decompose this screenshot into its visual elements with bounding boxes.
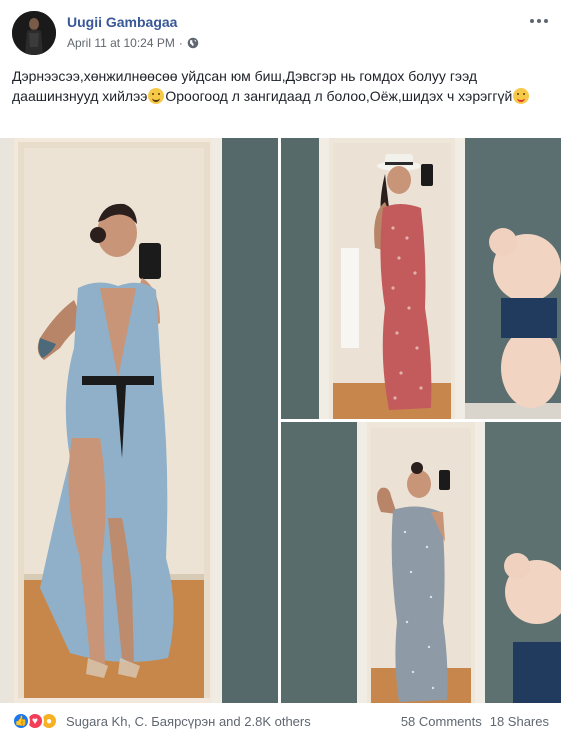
- shares-count[interactable]: 18 Shares: [490, 714, 549, 729]
- post-text: Дэрнээсээ,хөнжилнөөсөө уйдсан юм биш,Дэв…: [12, 66, 552, 106]
- photo-grey-wrap-dress[interactable]: [281, 422, 561, 703]
- author-name[interactable]: Uugii Gambagaa: [67, 14, 177, 30]
- post-timestamp[interactable]: April 11 at 10:24 PM: [67, 36, 175, 50]
- post-text-part2: Ороогоод л зангидаад л болоо,Оёж,шидэх ч…: [165, 88, 513, 104]
- comments-count[interactable]: 58 Comments: [401, 714, 482, 729]
- winking-tongue-emoji-icon: [513, 88, 530, 104]
- photo-blue-wrap-dress[interactable]: [0, 138, 278, 703]
- globe-icon[interactable]: [187, 37, 199, 49]
- post-meta: April 11 at 10:24 PM ·: [67, 36, 199, 50]
- engagement-counts: 58 Comments 18 Shares: [401, 714, 549, 729]
- reaction-names[interactable]: Sugara Kh, С. Баярсүрэн and 2.8K others: [66, 714, 311, 729]
- photo-grid: [0, 138, 561, 703]
- post-footer: 👍 ♥ ● Sugara Kh, С. Баярсүрэн and 2.8K o…: [0, 703, 561, 739]
- reaction-icons[interactable]: 👍 ♥ ●: [12, 712, 58, 730]
- smiling-emoji-icon: [148, 88, 165, 104]
- more-options-icon[interactable]: [527, 12, 551, 30]
- photo-red-floral-dress[interactable]: [281, 138, 561, 419]
- avatar[interactable]: [12, 11, 56, 55]
- like-icon: 👍: [12, 712, 30, 730]
- meta-separator: ·: [178, 36, 183, 50]
